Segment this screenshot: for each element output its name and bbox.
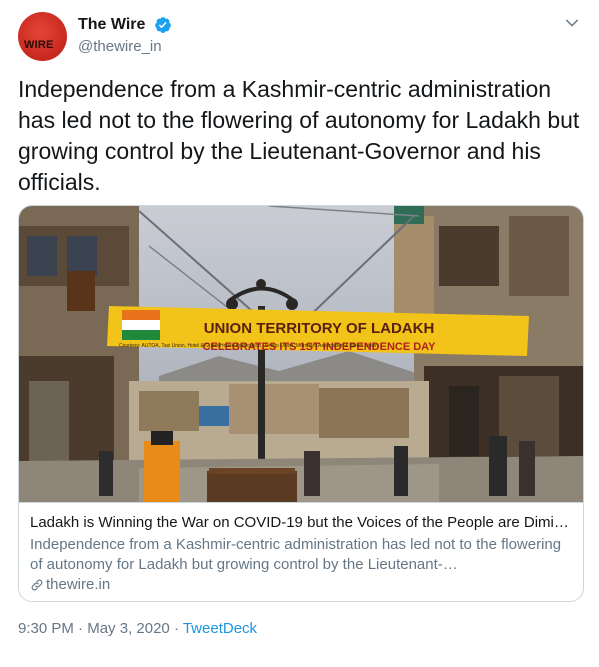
card-info: Ladakh is Winning the War on COVID-19 bu…	[19, 502, 583, 601]
link-icon	[31, 579, 43, 591]
avatar[interactable]: WIRE	[18, 12, 67, 61]
link-card[interactable]: UNION TERRITORY OF LADAKH CELEBRATES ITS…	[18, 205, 584, 602]
tweet-text: Independence from a Kashmir-centric admi…	[18, 76, 580, 195]
tweet: WIRE The Wire @thewire_in Independence f…	[0, 0, 599, 667]
tweet-time[interactable]: 9:30 PM	[18, 620, 74, 637]
meta-separator-2: ·	[169, 620, 183, 637]
verified-badge-icon	[154, 17, 171, 33]
handle[interactable]: @thewire_in	[78, 38, 172, 55]
card-domain[interactable]: thewire.in	[30, 575, 573, 595]
tweet-source[interactable]: TweetDeck	[183, 620, 257, 637]
banner-courtesy: Courtesy: AUTOA, Taxi Union, Hotel & Gue…	[119, 343, 378, 349]
tweet-meta: 9:30 PM · May 3, 2020 · TweetDeck	[18, 620, 257, 637]
tweet-date[interactable]: May 3, 2020	[87, 620, 170, 637]
author-names: The Wire @thewire_in	[78, 16, 172, 55]
card-domain-text: thewire.in	[46, 576, 111, 593]
card-image[interactable]: UNION TERRITORY OF LADAKH CELEBRATES ITS…	[19, 206, 584, 502]
chevron-down-icon[interactable]	[563, 14, 581, 32]
display-name[interactable]: The Wire	[78, 16, 145, 34]
meta-separator: ·	[73, 620, 88, 637]
avatar-logo-text: WIRE	[24, 39, 54, 51]
banner-line-1: UNION TERRITORY OF LADAKH	[204, 320, 435, 337]
tweet-header: WIRE The Wire @thewire_in	[18, 12, 581, 62]
card-title[interactable]: Ladakh is Winning the War on COVID-19 bu…	[30, 513, 573, 533]
card-description: Independence from a Kashmir-centric admi…	[30, 536, 562, 573]
